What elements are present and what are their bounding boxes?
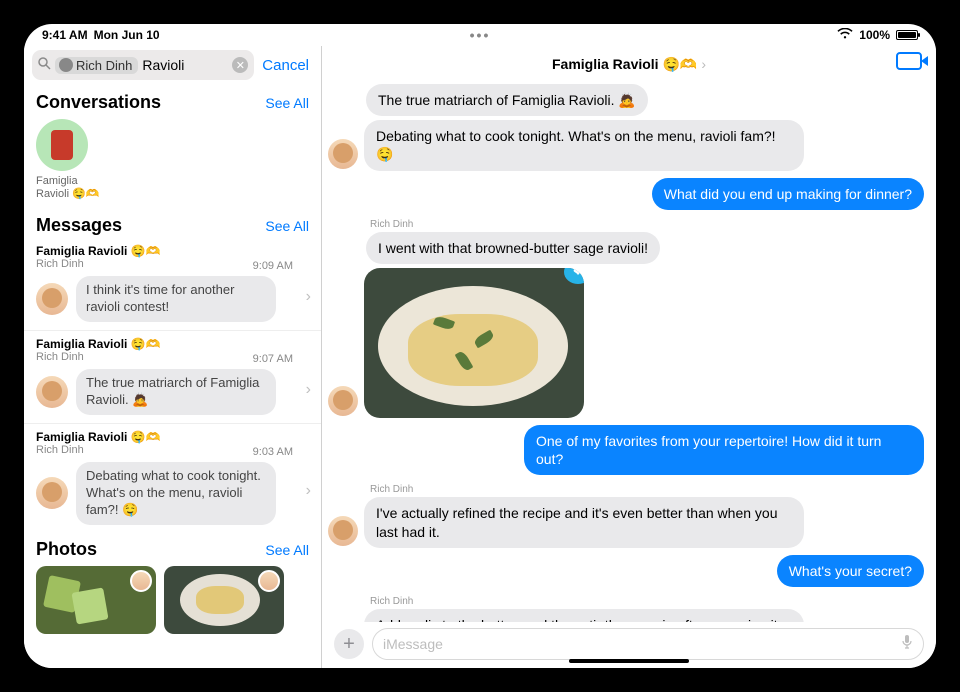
chat-body[interactable]: The true matriarch of Famiglia Ravioli. … [322,82,936,622]
avatar [258,570,280,592]
sender-label: Rich Dinh [370,484,924,495]
group-avatar [36,119,88,171]
avatar [328,516,358,546]
avatar [36,283,68,315]
messages-app: Rich Dinh Ravioli ✕ Cancel Conversations… [24,46,936,668]
search-row: Rich Dinh Ravioli ✕ Cancel [24,46,321,86]
message-in: The true matriarch of Famiglia Ravioli. … [328,84,924,116]
clear-icon[interactable]: ✕ [232,57,248,73]
image-attachment[interactable]: ❤ [364,268,584,418]
chat-title: Famiglia Ravioli 🤤🫶 [552,56,697,73]
result-preview: Debating what to cook tonight. What's on… [76,462,276,525]
message-out: What did you end up making for dinner? [328,178,924,210]
photo-thumb[interactable] [36,566,156,634]
avatar [328,386,358,416]
message-in: I went with that browned-butter sage rav… [328,232,924,264]
section-title: Conversations [36,92,161,113]
token-label: Rich Dinh [76,58,132,73]
home-indicator[interactable] [569,659,689,663]
avatar [36,376,68,408]
bubble[interactable]: One of my favorites from your repertoire… [524,425,924,475]
conversation-tile[interactable]: Famiglia Ravioli 🤤🫶 [24,115,124,209]
chat-header[interactable]: Famiglia Ravioli 🤤🫶 › [322,46,936,82]
see-all-conversations[interactable]: See All [265,95,309,111]
search-term: Ravioli [142,57,184,73]
avatar [328,139,358,169]
chevron-right-icon: › [306,381,311,399]
message-out: What's your secret? [328,555,924,587]
sender-label: Rich Dinh [370,219,924,230]
bubble[interactable]: Debating what to cook tonight. What's on… [364,120,804,170]
section-title: Photos [36,539,97,560]
search-input[interactable]: Rich Dinh Ravioli ✕ [32,50,254,80]
wifi-icon [837,28,853,43]
chevron-right-icon: › [306,482,311,500]
bubble[interactable]: I went with that browned-butter sage rav… [366,232,660,264]
photos-row [24,562,321,638]
cancel-button[interactable]: Cancel [262,57,313,74]
status-bar: 9:41 AM Mon Jun 10 ••• 100% [24,24,936,46]
bubble[interactable]: Add garlic to the butter, and then stir … [364,609,804,622]
result-preview: I think it's time for another ravioli co… [76,276,276,322]
see-all-photos[interactable]: See All [265,542,309,558]
bubble[interactable]: I've actually refined the recipe and it'… [364,497,804,547]
photo-thumb[interactable] [164,566,284,634]
bubble[interactable]: What's your secret? [777,555,924,587]
facetime-icon[interactable] [896,52,922,70]
result-title: Famiglia Ravioli 🤤🫶 [36,244,311,258]
see-all-messages[interactable]: See All [265,218,309,234]
battery-icon [896,30,918,40]
chevron-right-icon: › [306,288,311,306]
result-time: 9:07 AM [253,353,293,365]
battery-pct: 100% [859,28,890,42]
search-result[interactable]: Famiglia Ravioli 🤤🫶 Rich Dinh 9:09 AM I … [24,238,321,330]
message-in: Add garlic to the butter, and then stir … [328,609,924,622]
multitask-dots-icon[interactable]: ••• [470,27,491,43]
search-result[interactable]: Famiglia Ravioli 🤤🫶 Rich Dinh 9:03 AM De… [24,423,321,533]
person-icon [59,58,73,72]
section-title: Messages [36,215,122,236]
status-date: Mon Jun 10 [94,28,160,42]
result-preview: The true matriarch of Famiglia Ravioli. … [76,369,276,415]
screen: 9:41 AM Mon Jun 10 ••• 100% [24,24,936,668]
message-in: Debating what to cook tonight. What's on… [328,120,924,170]
input-placeholder: iMessage [383,636,443,652]
status-time: 9:41 AM [42,28,88,42]
section-conversations: Conversations See All [24,86,321,115]
message-image: ❤ [328,268,924,418]
bubble[interactable]: What did you end up making for dinner? [652,178,924,210]
section-photos: Photos See All [24,533,321,562]
conversation-label-2: Ravioli 🤤🫶 [36,188,99,201]
result-title: Famiglia Ravioli 🤤🫶 [36,337,311,351]
heart-reaction-icon[interactable]: ❤ [564,268,584,284]
message-input[interactable]: iMessage [372,628,924,660]
search-token[interactable]: Rich Dinh [55,57,138,74]
ipad-frame: 9:41 AM Mon Jun 10 ••• 100% [0,0,960,692]
result-title: Famiglia Ravioli 🤤🫶 [36,430,311,444]
search-icon [38,57,51,73]
result-time: 9:09 AM [253,260,293,272]
chevron-right-icon: › [701,56,706,72]
section-messages: Messages See All [24,209,321,238]
bubble[interactable]: The true matriarch of Famiglia Ravioli. … [366,84,648,116]
conversation-label-1: Famiglia [36,175,78,188]
message-in: I've actually refined the recipe and it'… [328,497,924,547]
search-result[interactable]: Famiglia Ravioli 🤤🫶 Rich Dinh 9:07 AM Th… [24,330,321,423]
avatar [36,477,68,509]
sender-label: Rich Dinh [370,596,924,607]
avatar [130,570,152,592]
message-out: One of my favorites from your repertoire… [328,425,924,475]
dictate-icon[interactable] [901,634,913,655]
result-time: 9:03 AM [253,446,293,458]
chat-pane: Famiglia Ravioli 🤤🫶 › The true matriarch… [322,46,936,668]
plus-button[interactable]: + [334,629,364,659]
sidebar: Rich Dinh Ravioli ✕ Cancel Conversations… [24,46,322,668]
